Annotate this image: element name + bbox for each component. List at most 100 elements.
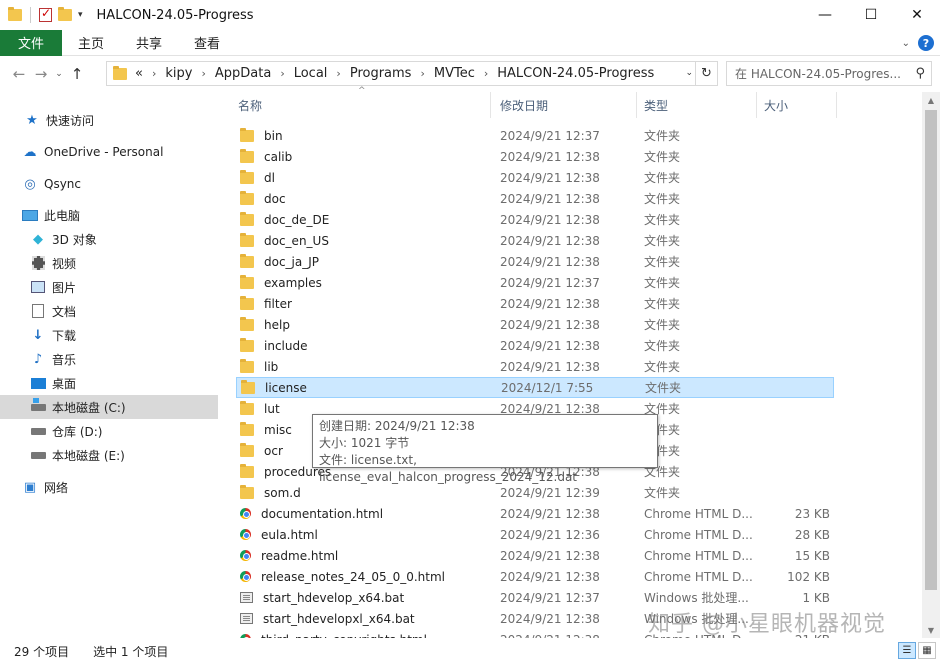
file-type: 文件夹 <box>644 297 681 311</box>
details-view-icon[interactable]: ☰ <box>898 642 916 659</box>
file-row[interactable]: doc_en_US 2024/9/21 12:38 文件夹 <box>236 230 834 251</box>
chrome-html-icon <box>240 634 251 638</box>
large-icons-view-icon[interactable]: ▦ <box>918 642 936 659</box>
sidebar-item-3d-objects[interactable]: ◆ 3D 对象 <box>0 227 218 251</box>
breadcrumb-item[interactable]: AppData <box>215 66 271 81</box>
music-icon: ♪ <box>33 351 43 367</box>
properties-icon[interactable] <box>39 6 52 22</box>
column-header-name[interactable]: 名称 <box>228 92 490 118</box>
folder-icon <box>240 253 254 268</box>
sidebar-item-label: 音乐 <box>52 352 77 367</box>
chevron-right-icon[interactable]: › <box>201 67 205 80</box>
sidebar-item-this-pc[interactable]: 此电脑 <box>0 203 218 227</box>
chevron-right-icon[interactable]: › <box>420 67 424 80</box>
file-type: 文件夹 <box>644 318 681 332</box>
scroll-down-arrow[interactable]: ▼ <box>922 622 940 638</box>
file-row[interactable]: doc_de_DE 2024/9/21 12:38 文件夹 <box>236 209 834 230</box>
sidebar-item-desktop[interactable]: 桌面 <box>0 371 218 395</box>
column-divider[interactable] <box>836 92 837 118</box>
recent-locations-button[interactable]: ⌄ <box>52 63 66 85</box>
file-name: ocr <box>264 443 283 458</box>
file-row[interactable]: doc 2024/9/21 12:38 文件夹 <box>236 188 834 209</box>
folder-icon <box>240 484 254 499</box>
chevron-down-icon[interactable]: ⌄ <box>902 38 910 49</box>
new-folder-icon[interactable] <box>58 7 72 21</box>
file-name-cell: doc_en_US <box>240 232 329 248</box>
file-type: 文件夹 <box>644 339 681 353</box>
back-button[interactable]: ← <box>8 63 30 85</box>
search-icon[interactable]: ⚲ <box>915 66 925 81</box>
file-row[interactable]: include 2024/9/21 12:38 文件夹 <box>236 335 834 356</box>
breadcrumb-overflow[interactable]: « <box>135 66 143 81</box>
address-history-icon[interactable]: ⌄ <box>685 68 693 78</box>
sidebar-item-pictures[interactable]: 图片 <box>0 275 218 299</box>
file-date: 2024/9/21 12:38 <box>500 212 600 227</box>
tab-view[interactable]: 查看 <box>178 30 236 56</box>
file-row[interactable]: readme.html 2024/9/21 12:38 Chrome HTML D.… <box>236 545 834 566</box>
chevron-right-icon[interactable]: › <box>484 67 488 80</box>
vertical-scrollbar[interactable]: ▲ ▼ <box>922 92 940 638</box>
tab-home[interactable]: 主页 <box>62 30 120 56</box>
column-header-type[interactable]: 类型 <box>634 92 756 118</box>
sidebar-item-downloads[interactable]: ↓ 下载 <box>0 323 218 347</box>
sidebar-item-drive-c[interactable]: 本地磁盘 (C:) <box>0 395 218 419</box>
sidebar-item-drive-d[interactable]: 仓库 (D:) <box>0 419 218 443</box>
pictures-icon <box>30 279 46 295</box>
folder-icon <box>240 211 254 226</box>
minimize-button[interactable]: — <box>802 0 848 30</box>
file-row[interactable]: bin 2024/9/21 12:37 文件夹 <box>236 125 834 146</box>
file-row[interactable]: doc_ja_JP 2024/9/21 12:38 文件夹 <box>236 251 834 272</box>
breadcrumb-item[interactable]: MVTec <box>434 66 475 81</box>
sidebar-item-drive-e[interactable]: 本地磁盘 (E:) <box>0 443 218 467</box>
sidebar-item-onedrive[interactable]: ☁ OneDrive - Personal <box>0 140 218 164</box>
file-row[interactable]: filter 2024/9/21 12:38 文件夹 <box>236 293 834 314</box>
help-icon[interactable]: ? <box>918 35 934 51</box>
column-header-date[interactable]: 修改日期 <box>490 92 636 118</box>
breadcrumb-item[interactable]: kipy <box>165 66 192 81</box>
scrollbar-thumb[interactable] <box>925 110 937 590</box>
folder-icon <box>240 295 254 310</box>
sidebar-item-network[interactable]: ▣ 网络 <box>0 475 218 499</box>
sidebar-item-quick-access[interactable]: ★ 快速访问 <box>0 108 218 132</box>
file-row[interactable]: release_notes_24_05_0_0.html 2024/9/21 12… <box>236 566 834 587</box>
file-row[interactable]: lib 2024/9/21 12:38 文件夹 <box>236 356 834 377</box>
customize-toolbar-icon[interactable]: ▾ <box>78 10 83 20</box>
breadcrumb-item[interactable]: Local <box>294 66 328 81</box>
file-row[interactable]: start_hdevelop_x64.bat 2024/9/21 12:37 Win… <box>236 587 834 608</box>
chevron-right-icon[interactable]: › <box>280 67 284 80</box>
file-row[interactable]: calib 2024/9/21 12:38 文件夹 <box>236 146 834 167</box>
up-button[interactable]: ↑ <box>66 63 88 85</box>
column-header-size[interactable]: 大小 <box>754 92 836 118</box>
file-name: lib <box>264 359 279 374</box>
file-date: 2024/9/21 12:38 <box>500 569 600 584</box>
forward-button[interactable]: → <box>30 63 52 85</box>
scroll-up-arrow[interactable]: ▲ <box>922 92 940 108</box>
file-row[interactable]: examples 2024/9/21 12:37 文件夹 <box>236 272 834 293</box>
navigation-bar: ← → ⌄ ↑ « › kipy › AppData › Local › Pro… <box>0 60 940 88</box>
address-bar[interactable]: « › kipy › AppData › Local › Programs › … <box>106 61 718 86</box>
sidebar-item-videos[interactable]: 视频 <box>0 251 218 275</box>
breadcrumb-item[interactable]: Programs <box>350 66 412 81</box>
file-date: 2024/9/21 12:38 <box>500 338 600 353</box>
sidebar-item-music[interactable]: ♪ 音乐 <box>0 347 218 371</box>
refresh-icon[interactable]: ↻ <box>695 62 717 85</box>
file-name: start_hdevelop_x64.bat <box>263 590 405 605</box>
tab-file[interactable]: 文件 <box>0 29 63 56</box>
sidebar-item-documents[interactable]: 文档 <box>0 299 218 323</box>
folder-icon <box>240 337 254 352</box>
file-row[interactable]: help 2024/9/21 12:38 文件夹 <box>236 314 834 335</box>
search-input[interactable]: 在 HALCON-24.05-Progres... ⚲ <box>726 61 932 86</box>
folder-icon <box>240 274 254 289</box>
chevron-right-icon: › <box>151 67 157 80</box>
file-row[interactable]: dl 2024/9/21 12:38 文件夹 <box>236 167 834 188</box>
maximize-button[interactable]: ☐ <box>848 0 894 30</box>
breadcrumb-item[interactable]: HALCON-24.05-Progress <box>497 66 654 81</box>
chevron-right-icon[interactable]: › <box>336 67 340 80</box>
file-row[interactable]: eula.html 2024/9/21 12:36 Chrome HTML D...… <box>236 524 834 545</box>
sidebar-item-label: 图片 <box>52 280 77 295</box>
file-row[interactable]: documentation.html 2024/9/21 12:38 Chrome … <box>236 503 834 524</box>
sidebar-item-qsync[interactable]: ◎ Qsync <box>0 172 218 196</box>
tab-share[interactable]: 共享 <box>120 30 178 56</box>
file-row[interactable]: license 2024/12/1 7:55 文件夹 <box>236 377 834 398</box>
close-button[interactable]: ✕ <box>894 0 940 30</box>
